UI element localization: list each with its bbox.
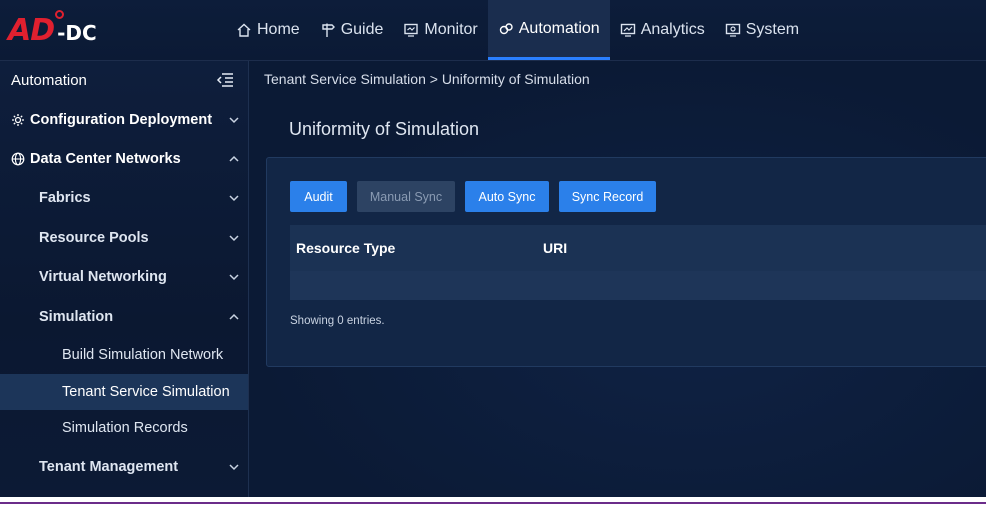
nav-analytics-label: Analytics — [640, 21, 705, 38]
logo-mark: AD — [8, 12, 55, 48]
nav-home[interactable]: Home — [226, 0, 310, 60]
sidebar-item-fabrics[interactable]: Fabrics — [0, 178, 248, 218]
main-content: Tenant Service Simulation > Uniformity o… — [249, 61, 986, 497]
breadcrumb: Tenant Service Simulation > Uniformity o… — [264, 71, 590, 87]
nav-system-label: System — [745, 21, 800, 38]
chevron-up-icon — [229, 155, 239, 162]
chevron-down-icon — [229, 274, 239, 281]
sidebar-item-tenant-management[interactable]: Tenant Management — [0, 448, 248, 486]
chevron-down-icon — [229, 116, 239, 123]
nav-monitor-label: Monitor — [424, 21, 478, 38]
column-header-uri[interactable]: URI — [543, 225, 567, 271]
logo-suffix: -DC — [57, 21, 97, 45]
window-bottom-border — [0, 497, 986, 511]
sidebar-item-label: Virtual Networking — [39, 269, 167, 285]
home-icon — [237, 23, 251, 37]
column-header-resource-type[interactable]: Resource Type — [296, 225, 395, 271]
sidebar-item-virtual-networking[interactable]: Virtual Networking — [0, 257, 248, 297]
chevron-down-icon — [229, 234, 239, 241]
sidebar-item-simulation-records[interactable]: Simulation Records — [0, 410, 248, 446]
sidebar-item-label: Fabrics — [39, 190, 91, 206]
nav-guide[interactable]: Guide — [310, 0, 394, 60]
entries-count: Showing 0 entries. — [290, 315, 385, 327]
main-nav: Home Guide Monitor Automation Analytics … — [226, 0, 809, 60]
automation-icon — [499, 22, 513, 34]
sidebar-header: Automation — [0, 61, 248, 100]
chevron-down-icon — [229, 195, 239, 202]
sidebar-item-label: Data Center Networks — [30, 150, 181, 167]
nav-analytics[interactable]: Analytics — [610, 0, 715, 60]
nav-automation-label: Automation — [518, 19, 600, 37]
page-title: Uniformity of Simulation — [289, 119, 480, 139]
chevron-down-icon — [229, 464, 239, 471]
sidebar-item-label: Simulation — [39, 308, 114, 325]
simulation-panel: Audit Manual Sync Auto Sync Sync Record … — [266, 157, 986, 367]
sidebar-item-data-center-networks[interactable]: Data Center Networks — [0, 139, 248, 178]
sidebar-item-label: Resource Pools — [39, 229, 149, 246]
globe-icon — [11, 152, 25, 165]
nav-automation[interactable]: Automation — [487, 0, 610, 60]
analytics-icon — [620, 23, 635, 37]
nav-system[interactable]: System — [715, 0, 809, 60]
collapse-sidebar-icon[interactable] — [216, 72, 234, 88]
sync-record-button[interactable]: Sync Record — [559, 181, 656, 212]
monitor-icon — [404, 23, 419, 37]
nav-home-label: Home — [257, 21, 300, 38]
sidebar-item-label: Simulation Records — [62, 420, 188, 436]
sidebar-item-resource-pools[interactable]: Resource Pools — [0, 218, 248, 257]
brand-logo[interactable]: AD -DC — [8, 8, 97, 52]
sidebar-item-simulation[interactable]: Simulation — [0, 297, 248, 336]
nav-guide-label: Guide — [340, 21, 384, 38]
chevron-up-icon — [229, 313, 239, 320]
sidebar-item-build-simulation-network[interactable]: Build Simulation Network — [0, 337, 248, 373]
sidebar-item-tenant-service-simulation[interactable]: Tenant Service Simulation — [0, 374, 248, 410]
sidebar-item-label: Configuration Deployment — [30, 111, 213, 128]
nav-monitor[interactable]: Monitor — [393, 0, 487, 60]
table-header: Resource Type URI — [290, 225, 986, 271]
sidebar: Automation Configuration Deployment Data… — [0, 61, 249, 497]
table-row — [290, 271, 986, 300]
top-navigation-bar: AD -DC Home Guide Monitor Automation Ana… — [0, 0, 986, 61]
sidebar-item-label: Tenant Management — [39, 459, 179, 475]
sidebar-item-configuration-deployment[interactable]: Configuration Deployment — [0, 100, 248, 139]
auto-sync-button[interactable]: Auto Sync — [465, 181, 549, 212]
audit-button[interactable]: Audit — [290, 181, 347, 212]
signpost-icon — [321, 23, 335, 37]
logo-dot-icon — [55, 10, 64, 19]
sidebar-item-label: Build Simulation Network — [62, 347, 224, 363]
sidebar-title: Automation — [11, 72, 87, 89]
system-icon — [725, 23, 740, 37]
manual-sync-button[interactable]: Manual Sync — [357, 181, 455, 212]
settings-icon — [12, 113, 24, 126]
sidebar-item-label: Tenant Service Simulation — [62, 384, 230, 400]
